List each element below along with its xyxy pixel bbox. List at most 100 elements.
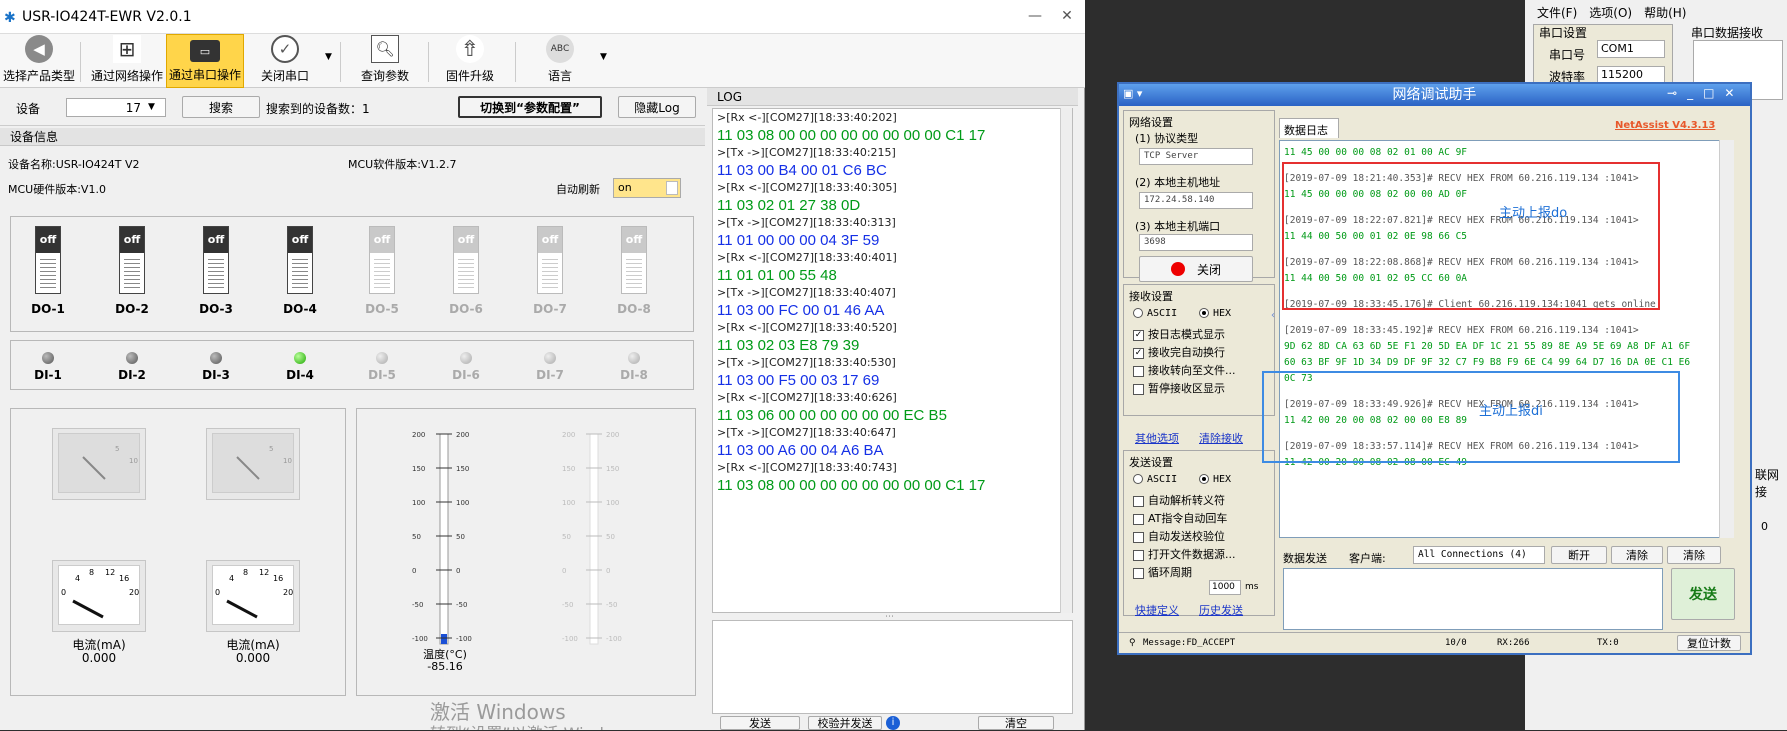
port-input[interactable]: 3698 (1139, 234, 1253, 251)
send-hex-radio[interactable]: HEX (1199, 474, 1231, 485)
send-option-checkbox[interactable]: 自动解析转义符 (1133, 492, 1225, 508)
minimize-icon[interactable]: _ (1687, 86, 1693, 100)
close-icon[interactable]: ✕ (1724, 86, 1734, 100)
query-params-button[interactable]: 🔍︎ 查询参数 (350, 34, 420, 88)
recv-option-checkbox[interactable]: ✓ 接收完自动换行 (1133, 344, 1225, 360)
close-connection-button[interactable]: 关闭 (1139, 256, 1253, 282)
close-button[interactable]: ✕ (1057, 8, 1077, 26)
protocol-select[interactable]: TCP Server (1139, 148, 1253, 165)
version-link[interactable]: NetAssist V4.3.13 (1615, 120, 1715, 131)
recv-scrollbar[interactable] (1719, 140, 1734, 538)
thermo-tick-label: -50 (412, 601, 423, 609)
tab-data-log[interactable]: 数据日志 (1279, 118, 1339, 138)
status-rx: RX:266 (1497, 638, 1530, 648)
cycle-input[interactable]: 1000 (1209, 580, 1241, 595)
side-text: 联网接 (1755, 468, 1780, 499)
do-state: off (454, 227, 478, 253)
hex-label: HEX (1213, 474, 1232, 485)
shortcut-link[interactable]: 快捷定义 (1135, 602, 1179, 618)
more-options-link[interactable]: 其他选项 (1135, 430, 1179, 446)
dropdown-arrow-icon[interactable]: ▼ (325, 52, 332, 62)
menu-file[interactable]: 文件(F) (1537, 4, 1577, 21)
dropdown-arrow-icon[interactable]: ▼ (600, 52, 607, 62)
menu-help[interactable]: 帮助(H) (1644, 4, 1686, 21)
select-product-button[interactable]: ◀ 选择产品类型 (0, 34, 78, 88)
log-entry-header: >[Tx ->][COM27][18:33:40:647] (717, 426, 896, 439)
recv-option-checkbox[interactable]: ✓ 按日志模式显示 (1133, 326, 1225, 342)
reset-count-button[interactable]: 复位计数 (1677, 635, 1741, 651)
log-send-button[interactable]: 发送 (720, 716, 800, 730)
info-icon[interactable]: i (886, 716, 900, 730)
device-name: 设备名称:USR-IO424T V2 (8, 158, 140, 171)
send-option-checkbox[interactable]: AT指令自动回车 (1133, 510, 1227, 526)
hex-label: HEX (1213, 308, 1232, 319)
network-op-button[interactable]: ⊞ 通过网络操作 (84, 34, 170, 88)
recv-option-checkbox[interactable]: 暂停接收区显示 (1133, 380, 1225, 396)
net-title-bar: 网络调试助手 (1119, 84, 1750, 106)
auto-refresh-toggle[interactable]: on (613, 178, 681, 198)
pin-icon[interactable]: ⊸ (1667, 86, 1677, 100)
log-clear-button[interactable]: 清空 (978, 716, 1054, 730)
log-entry-data: 11 03 02 03 E8 79 39 (717, 337, 860, 354)
send-option-checkbox[interactable]: 自动发送校验位 (1133, 528, 1225, 544)
port-select[interactable]: COM1 (1597, 40, 1665, 58)
net-settings-label: 网络设置 (1129, 116, 1173, 129)
recv-option-checkbox[interactable]: 接收转向至文件... (1133, 362, 1236, 378)
chevron-down-icon[interactable]: ▼ (148, 102, 155, 112)
switch-param-config-button[interactable]: 切换到“参数配置” (458, 96, 602, 118)
disconnect-button[interactable]: 断开 (1551, 546, 1607, 564)
menu-options[interactable]: 选项(O) (1589, 4, 1632, 21)
do-state: off (204, 227, 228, 253)
net-app-icon[interactable]: ▣ ▾ (1123, 87, 1142, 100)
send-option-label: AT指令自动回车 (1148, 512, 1228, 525)
log-send-input[interactable] (712, 620, 1073, 714)
language-button[interactable]: ABC 语言 (525, 34, 595, 88)
collapse-arrow-icon[interactable]: ‹ (1271, 110, 1279, 590)
rocket-icon: ⇮ (456, 35, 484, 63)
close-serial-button[interactable]: ✓ 关闭串口 (250, 34, 320, 88)
clear-recv-link[interactable]: 清除接收 (1199, 430, 1243, 446)
do-label: DO-7 (533, 302, 567, 316)
minimize-button[interactable]: — (1025, 8, 1045, 26)
thermo-tick-label: 100 (456, 499, 469, 507)
maximize-icon[interactable]: □ (1703, 86, 1714, 100)
search-button[interactable]: 搜索 (182, 96, 260, 118)
recv-ascii-radio[interactable]: ASCII (1133, 308, 1177, 319)
hide-log-button[interactable]: 隐藏Log (618, 96, 696, 118)
auto-refresh-value: on (618, 181, 632, 194)
checksum-send-button[interactable]: 校验并发送 (808, 716, 882, 730)
do-switch[interactable]: off DO-3 (196, 226, 236, 316)
svg-text:12: 12 (259, 568, 269, 577)
checkbox-icon (1133, 383, 1144, 395)
send-ascii-radio[interactable]: ASCII (1133, 474, 1177, 485)
recv-hex-radio[interactable]: HEX (1199, 308, 1231, 319)
do-switch[interactable]: off DO-2 (112, 226, 152, 316)
send-option-checkbox[interactable]: 循环周期 (1133, 564, 1192, 580)
recv-option-label: 暂停接收区显示 (1148, 382, 1225, 395)
send-option-checkbox[interactable]: 打开文件数据源... (1133, 546, 1236, 562)
recv-option-label: 接收完自动换行 (1148, 346, 1225, 359)
di-label: DI-8 (620, 368, 648, 382)
net-send-button[interactable]: 发送 (1671, 568, 1735, 620)
annotation-box-do (1282, 162, 1660, 310)
do-label: DO-5 (365, 302, 399, 316)
do-switch[interactable]: off DO-4 (280, 226, 320, 316)
send-input[interactable] (1283, 568, 1663, 630)
thermo-tick-label: -100 (606, 635, 622, 643)
thermo-tick-label: 150 (562, 465, 575, 473)
clear-all-button[interactable]: 清除 (1667, 546, 1721, 564)
thermo-tick-label: 0 (412, 567, 416, 575)
host-select[interactable]: 172.24.58.140 (1139, 192, 1253, 209)
do-state: off (538, 227, 562, 253)
di-indicator: DI-6 (446, 352, 486, 382)
log-scrollbar[interactable] (1060, 108, 1072, 613)
client-select[interactable]: All Connections (4) (1413, 546, 1545, 564)
history-link[interactable]: 历史发送 (1199, 602, 1243, 618)
do-switch[interactable]: off DO-1 (28, 226, 68, 316)
thermo-tick-label: -50 (456, 601, 467, 609)
serial-op-button[interactable]: ▭ 通过串口操作 (166, 34, 244, 88)
firmware-upgrade-button[interactable]: ⇮ 固件升级 (435, 34, 505, 88)
search-document-icon: 🔍︎ (371, 35, 399, 63)
mcu-sw-version: MCU软件版本:V1.2.7 (348, 158, 457, 171)
clear-send-button[interactable]: 清除 (1611, 546, 1663, 564)
